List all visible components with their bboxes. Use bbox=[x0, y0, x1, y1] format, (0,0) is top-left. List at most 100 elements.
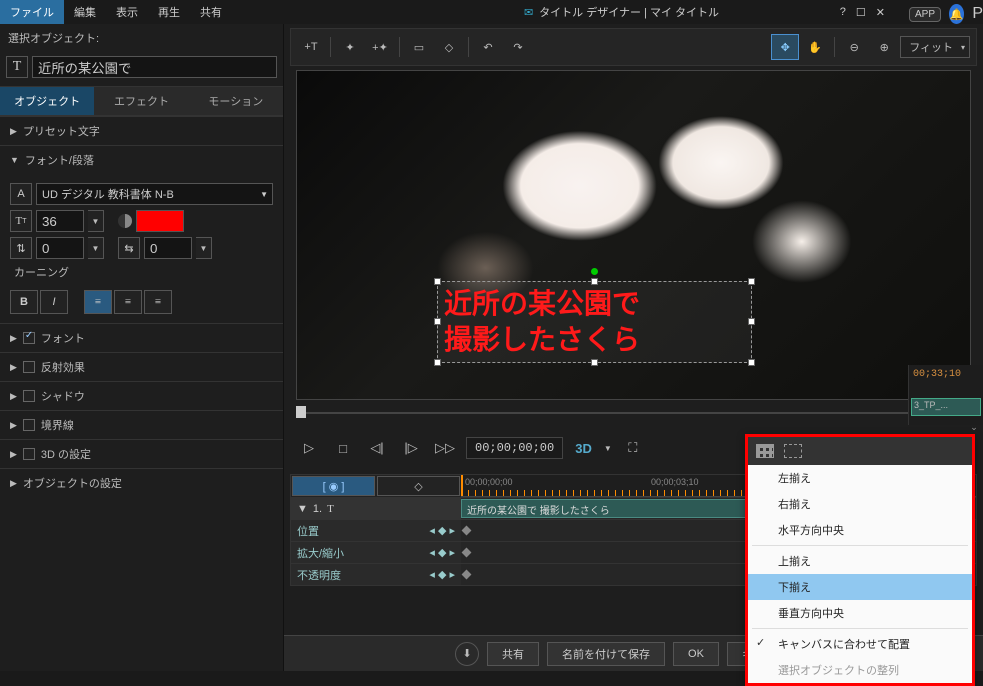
notification-icon[interactable]: 🔔 bbox=[949, 4, 964, 24]
zoom-fit-combo[interactable]: フィット bbox=[900, 36, 970, 58]
tab-motion[interactable]: モーション bbox=[189, 87, 283, 115]
3d-checkbox[interactable] bbox=[23, 448, 35, 460]
track-header-main[interactable]: ▼1.T bbox=[291, 498, 461, 519]
menu-file[interactable]: ファイル bbox=[0, 0, 64, 24]
add-text-button[interactable]: +T bbox=[297, 34, 325, 60]
redo-button[interactable]: ↷ bbox=[504, 34, 532, 60]
shadow-checkbox[interactable] bbox=[23, 390, 35, 402]
title-text-object[interactable]: 近所の某公園で撮影したさくら bbox=[437, 281, 752, 363]
align-center-button[interactable]: ≡ bbox=[114, 290, 142, 314]
selection-input[interactable] bbox=[32, 56, 277, 78]
char-spacing-drop[interactable]: ▼ bbox=[196, 237, 212, 259]
align-left-button[interactable]: ≡ bbox=[84, 290, 112, 314]
share-button[interactable]: 共有 bbox=[487, 642, 539, 666]
external-clip[interactable]: 3_TP_... bbox=[911, 398, 981, 416]
tab-object[interactable]: オブジェクト bbox=[0, 87, 94, 115]
maximize-button[interactable]: ☐ bbox=[856, 6, 866, 19]
fx-button[interactable]: +✦ bbox=[366, 34, 394, 60]
image-button[interactable]: ▭ bbox=[405, 34, 433, 60]
external-timeline: 00;33;10 3_TP_... bbox=[908, 365, 983, 425]
section-preset[interactable]: ▶ プリセット文字 bbox=[0, 116, 283, 145]
border-checkbox[interactable] bbox=[23, 419, 35, 431]
3d-toggle[interactable]: 3D bbox=[575, 441, 592, 456]
download-icon[interactable]: ⬇ bbox=[455, 642, 479, 666]
align-right-button[interactable]: ≡ bbox=[144, 290, 172, 314]
font-size-icon: TT bbox=[10, 210, 32, 232]
menu-play[interactable]: 再生 bbox=[148, 0, 190, 24]
align-context-menu: 左揃え 右揃え 水平方向中央 上揃え 下揃え 垂直方向中央 ✓キャンバスに合わせ… bbox=[745, 434, 975, 686]
ok-button[interactable]: OK bbox=[673, 642, 719, 666]
ctx-align-left[interactable]: 左揃え bbox=[748, 465, 972, 491]
menu-edit[interactable]: 編集 bbox=[64, 0, 106, 24]
track-position[interactable]: 位置◂ ◆ ▸ bbox=[291, 520, 461, 541]
char-spacing-icon: ⇆ bbox=[118, 237, 140, 259]
next-frame-button[interactable]: |▷ bbox=[398, 435, 424, 461]
align-safe-icon[interactable] bbox=[784, 444, 802, 458]
font-size-drop[interactable]: ▼ bbox=[88, 210, 104, 232]
help-button[interactable]: ? bbox=[840, 6, 846, 19]
save-as-button[interactable]: 名前を付けて保存 bbox=[547, 642, 665, 666]
undo-button[interactable]: ↶ bbox=[474, 34, 502, 60]
section-border[interactable]: ▶境界線 bbox=[0, 410, 283, 439]
reflect-checkbox[interactable] bbox=[23, 361, 35, 373]
curve-mode-button[interactable]: ◇ bbox=[377, 476, 460, 496]
menu-view[interactable]: 表示 bbox=[106, 0, 148, 24]
line-spacing-input[interactable] bbox=[36, 237, 84, 259]
font-size-input[interactable] bbox=[36, 210, 84, 232]
menu-share[interactable]: 共有 bbox=[190, 0, 232, 24]
stop-button[interactable]: □ bbox=[330, 435, 356, 461]
close-button[interactable]: ✕ bbox=[876, 6, 885, 19]
bold-button[interactable]: B bbox=[10, 290, 38, 314]
preset-label: プリセット文字 bbox=[23, 123, 100, 139]
fast-forward-button[interactable]: ▷▷ bbox=[432, 435, 458, 461]
track-opacity[interactable]: 不透明度◂ ◆ ▸ bbox=[291, 564, 461, 585]
section-3d[interactable]: ▶3D の設定 bbox=[0, 439, 283, 468]
shape-button[interactable]: ◇ bbox=[435, 34, 463, 60]
color-mode-icon[interactable] bbox=[118, 214, 132, 228]
preview-canvas[interactable]: 近所の某公園で撮影したさくら bbox=[296, 70, 971, 400]
section-objset[interactable]: ▶オブジェクトの設定 bbox=[0, 468, 283, 497]
particle-button[interactable]: ✦ bbox=[336, 34, 364, 60]
chevron-down-icon[interactable]: ⌄ bbox=[967, 420, 981, 434]
border-label: 境界線 bbox=[41, 417, 74, 433]
fullscreen-button[interactable]: ⛶ bbox=[620, 435, 646, 461]
track-scale[interactable]: 拡大/縮小◂ ◆ ▸ bbox=[291, 542, 461, 563]
ctx-align-bottom[interactable]: 下揃え bbox=[748, 574, 972, 600]
objset-label: オブジェクトの設定 bbox=[23, 475, 122, 491]
play-button[interactable]: ▷ bbox=[296, 435, 322, 461]
section-reflect[interactable]: ▶反射効果 bbox=[0, 352, 283, 381]
preview-slider[interactable] bbox=[296, 404, 971, 422]
hand-tool-button[interactable]: ✋ bbox=[801, 34, 829, 60]
zoom-out-button[interactable]: ⊖ bbox=[840, 34, 868, 60]
keyframe-mode-button[interactable]: [ ◉ ] bbox=[292, 476, 375, 496]
playhead[interactable] bbox=[461, 475, 463, 496]
ctx-align-hcenter[interactable]: 水平方向中央 bbox=[748, 517, 972, 543]
app-pill[interactable]: APP bbox=[909, 7, 941, 22]
slider-thumb[interactable] bbox=[296, 406, 306, 418]
section-font[interactable]: ▼ フォント/段落 bbox=[0, 145, 283, 174]
font-family-combo[interactable]: UD デジタル 教科書体 N-B▼ bbox=[36, 183, 273, 205]
font-color-swatch[interactable] bbox=[136, 210, 184, 232]
italic-button[interactable]: I bbox=[40, 290, 68, 314]
ctx-fit-canvas[interactable]: ✓キャンバスに合わせて配置 bbox=[748, 631, 972, 657]
zoom-in-button[interactable]: ⊕ bbox=[870, 34, 898, 60]
move-tool-button[interactable]: ✥ bbox=[771, 34, 799, 60]
section-shadow[interactable]: ▶シャドウ bbox=[0, 381, 283, 410]
ctx-align-top[interactable]: 上揃え bbox=[748, 548, 972, 574]
char-spacing-input[interactable] bbox=[144, 237, 192, 259]
ctx-align-right[interactable]: 右揃え bbox=[748, 491, 972, 517]
font-a-icon: A bbox=[10, 183, 32, 205]
align-grid-icon[interactable] bbox=[756, 444, 774, 458]
section-font-toggle[interactable]: ▶フォント bbox=[0, 323, 283, 352]
font-checkbox[interactable] bbox=[23, 332, 35, 344]
ctx-align-vcenter[interactable]: 垂直方向中央 bbox=[748, 600, 972, 626]
line-spacing-drop[interactable]: ▼ bbox=[88, 237, 104, 259]
font-toggle-label: フォント bbox=[41, 330, 85, 346]
timecode-display[interactable]: 00;00;00;00 bbox=[466, 437, 563, 459]
collapse-icon: ▶ bbox=[10, 126, 17, 137]
rotate-handle[interactable] bbox=[591, 268, 598, 275]
title-text-content[interactable]: 近所の某公園で撮影したさくら bbox=[438, 282, 751, 363]
window-title-bar: ✉ タイトル デザイナー | マイ タイトル ? ☐ ✕ bbox=[350, 0, 893, 24]
tab-effect[interactable]: エフェクト bbox=[94, 87, 188, 115]
prev-frame-button[interactable]: ◁| bbox=[364, 435, 390, 461]
